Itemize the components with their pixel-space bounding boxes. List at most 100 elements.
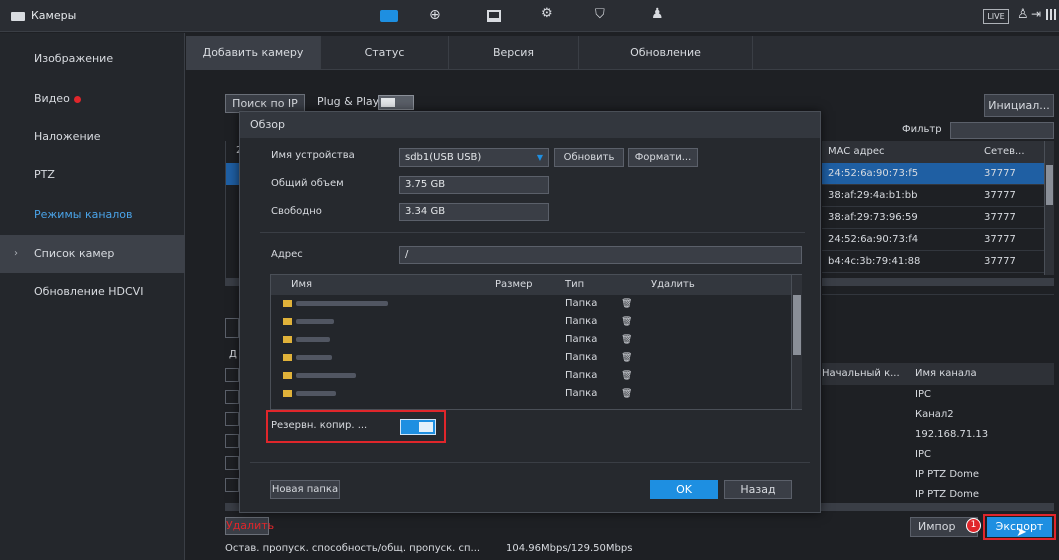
plug-play-toggle[interactable] <box>378 95 414 110</box>
trash-icon[interactable]: 🗑 <box>621 385 632 399</box>
device-select[interactable]: sdb1(USB USB) ▼ <box>399 148 549 167</box>
list-item[interactable]: Папка 🗑 <box>271 385 791 403</box>
channel-name-header: Имя канала <box>915 368 977 379</box>
sidebar-item-ptz[interactable]: PTZ <box>0 156 185 194</box>
tab-version[interactable]: Версия <box>449 36 579 70</box>
mac-table-header: MAC адрес Сетев... <box>822 141 1054 163</box>
folder-icon <box>283 389 292 397</box>
list-item[interactable]: Канал2 <box>915 405 954 425</box>
mac-table-hscroll[interactable] <box>822 278 1054 286</box>
list-item[interactable]: IP PTZ Dome <box>915 465 979 485</box>
sidebar-item-image[interactable]: Изображение <box>0 40 185 78</box>
mac-table-scrollbar[interactable] <box>1044 141 1054 275</box>
start-channel-header: Начальный к... <box>822 368 900 379</box>
list-item[interactable]: Папка 🗑 <box>271 331 791 349</box>
list-item[interactable]: Папка 🗑 <box>271 295 791 313</box>
list-item[interactable]: Папка 🗑 <box>271 367 791 385</box>
sidebar-item-overlay[interactable]: Наложение <box>0 118 185 156</box>
initialize-button[interactable]: Инициал... <box>984 94 1054 117</box>
sidebar-item-channel-modes[interactable]: Режимы каналов <box>0 196 185 234</box>
list-item[interactable]: Папка 🗑 <box>271 313 791 331</box>
account-settings-icon[interactable]: ♟ <box>651 6 664 22</box>
plug-play-label: Plug & Play <box>317 95 380 108</box>
file-list: Имя Размер Тип Удалить Папка 🗑 Папка 🗑 Пап… <box>270 274 802 410</box>
list-item[interactable]: Папка 🗑 <box>271 349 791 367</box>
folder-icon <box>283 335 292 343</box>
user-icon[interactable]: ♙ <box>1017 7 1029 22</box>
dialog-title: Обзор <box>240 112 820 138</box>
network-icon[interactable]: ⊕ <box>429 7 441 23</box>
mac-header: MAC адрес <box>828 146 885 157</box>
table-row[interactable]: 24:52:6a:90:73:f4 37777 <box>822 229 1054 251</box>
ok-button[interactable]: OK <box>650 480 718 499</box>
table-row[interactable]: 38:af:29:4a:b1:bb 37777 <box>822 185 1054 207</box>
sidebar-item-camera-list[interactable]: › Список камер <box>0 235 185 273</box>
folder-icon <box>283 299 292 307</box>
trash-icon[interactable]: 🗑 <box>621 367 632 381</box>
backup-label: Резервн. копир. ... <box>271 420 368 431</box>
channel-table-header: Начальный к... Имя канала <box>822 363 1054 385</box>
sidebar-item-video[interactable]: Видео <box>0 80 185 118</box>
folder-icon <box>283 353 292 361</box>
trash-icon[interactable]: 🗑 <box>621 331 632 345</box>
app-title: Камеры <box>31 9 77 22</box>
folder-icon <box>283 317 292 325</box>
filter-input[interactable] <box>950 122 1054 139</box>
free-space-field: 3.34 GB <box>399 203 549 221</box>
camera-icon <box>11 12 25 21</box>
filter-label: Фильтр <box>902 124 942 135</box>
total-capacity-field: 3.75 GB <box>399 176 549 194</box>
file-list-scrollbar[interactable] <box>791 275 802 409</box>
table-row[interactable]: 24:52:6a:90:73:f5 37777 <box>822 163 1054 185</box>
footer-separator <box>250 462 810 463</box>
bandwidth-label: Остав. пропуск. способность/общ. пропуск… <box>225 543 481 554</box>
camera-tab-icon[interactable] <box>380 10 398 22</box>
storage-icon[interactable] <box>487 10 501 22</box>
table-row[interactable]: b4:4c:3b:79:41:88 37777 <box>822 251 1054 273</box>
browse-dialog: Обзор Имя устройства sdb1(USB USB) ▼ Обн… <box>239 111 821 513</box>
type-column-header: Тип <box>565 279 585 290</box>
qr-icon[interactable] <box>1046 9 1057 20</box>
settings-icon[interactable]: ⚙ <box>541 6 553 21</box>
lower-table-edge: Д <box>225 318 239 508</box>
address-field[interactable]: / <box>399 246 802 264</box>
tab-add-camera[interactable]: Добавить камеру <box>186 36 321 70</box>
new-folder-button[interactable]: Новая папка <box>270 480 340 499</box>
table-row[interactable]: 38:af:29:73:96:59 37777 <box>822 207 1054 229</box>
port-header: Сетев... <box>984 146 1025 157</box>
alert-dot-icon <box>73 95 81 103</box>
address-label: Адрес <box>271 249 303 260</box>
upper-table-edge: 2 <box>225 141 242 281</box>
backup-toggle[interactable] <box>400 419 436 435</box>
list-item[interactable]: IPC <box>915 445 931 465</box>
cursor-icon: ➤ <box>1016 525 1027 540</box>
back-button[interactable]: Назад <box>724 480 792 499</box>
sidebar-item-hdcvi-update[interactable]: Обновление HDCVI <box>0 273 185 311</box>
name-column-header: Имя <box>291 279 313 290</box>
live-button[interactable]: LIVE <box>983 9 1009 24</box>
shield-icon[interactable]: ⛉ <box>595 7 605 22</box>
list-item[interactable]: 192.168.71.13 <box>915 425 988 445</box>
list-item[interactable]: IP PTZ Dome <box>915 485 979 505</box>
logout-icon[interactable]: ⇥ <box>1031 7 1041 21</box>
trash-icon[interactable]: 🗑 <box>621 313 632 327</box>
refresh-button[interactable]: Обновить <box>554 148 624 167</box>
device-name-label: Имя устройства <box>271 150 355 161</box>
chevron-down-icon: ▼ <box>536 153 543 162</box>
file-list-header: Имя Размер Тип Удалить <box>271 275 791 295</box>
free-space-label: Свободно <box>271 206 322 217</box>
bandwidth-value: 104.96Mbps/129.50Mbps <box>506 543 633 554</box>
tab-status[interactable]: Статус <box>321 36 449 70</box>
tab-update[interactable]: Обновление <box>579 36 753 70</box>
list-item[interactable]: IPC <box>915 385 931 405</box>
chevron-right-icon: › <box>14 248 18 259</box>
trash-icon[interactable]: 🗑 <box>621 295 632 309</box>
tab-bar: Добавить камеру Статус Версия Обновление <box>186 36 1059 70</box>
delete-button[interactable]: Удалить <box>225 517 274 535</box>
format-button[interactable]: Формати... <box>628 148 698 167</box>
trash-icon[interactable]: 🗑 <box>621 349 632 363</box>
sidebar: Изображение Видео Наложение PTZ Режимы к… <box>0 33 185 560</box>
folder-icon <box>283 371 292 379</box>
upper-table-hscroll[interactable] <box>225 278 239 286</box>
delete-column-header: Удалить <box>651 279 695 290</box>
